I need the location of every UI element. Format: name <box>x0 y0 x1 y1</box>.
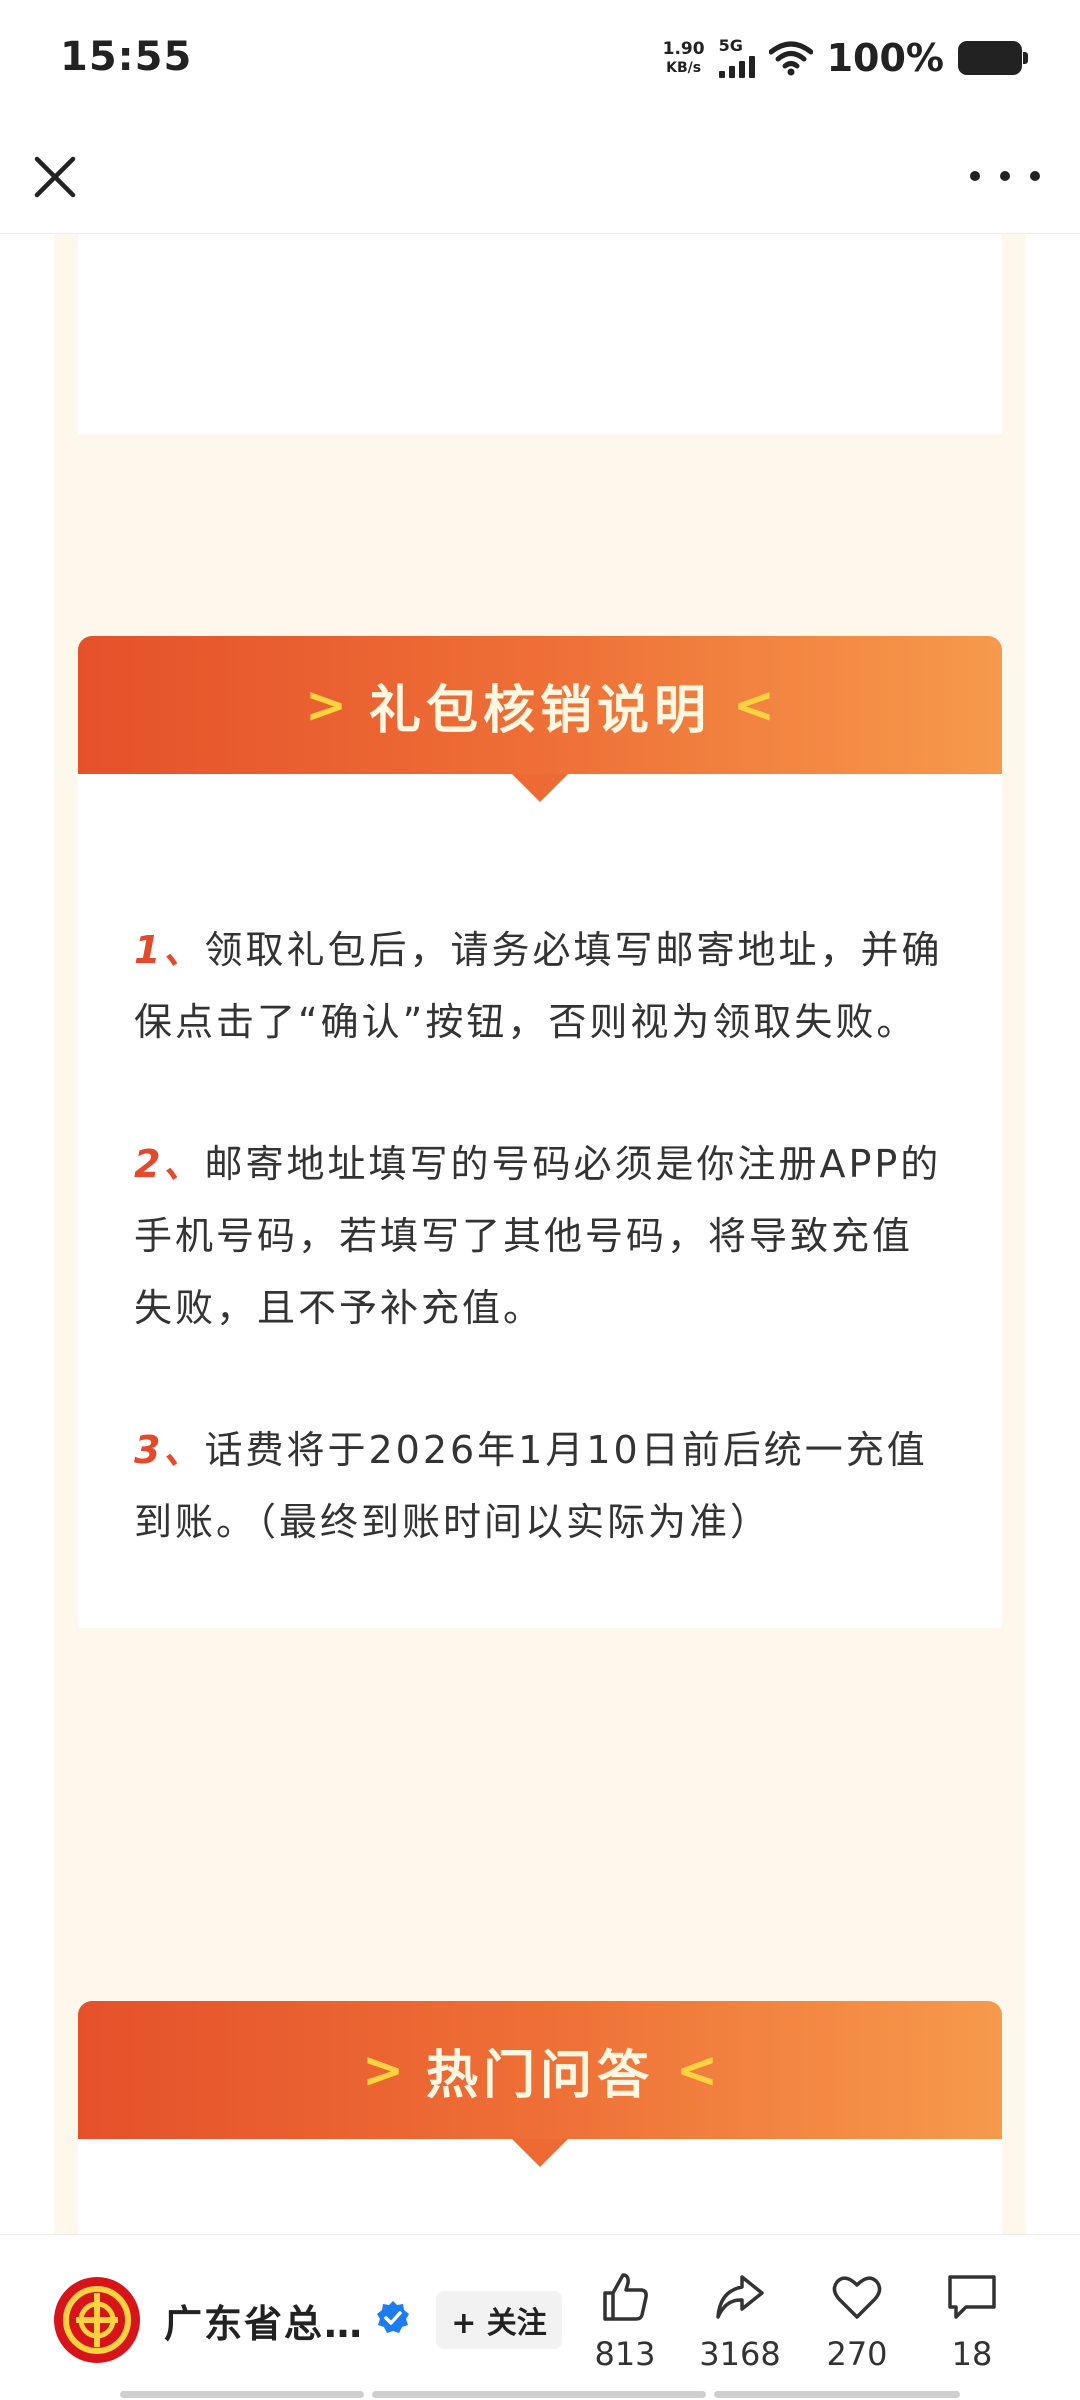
share-icon <box>716 2275 764 2319</box>
follow-button[interactable]: + 关注 <box>436 2291 562 2349</box>
rules-list: 1、领取礼包后，请务必填写邮寄地址，并确保点击了“确认”按钮，否则视为领取失败。… <box>78 774 1002 1628</box>
favorite-button[interactable]: 270 <box>802 2269 912 2373</box>
previous-card-bottom <box>78 234 1002 434</box>
network-speed: 1.90 KB/s <box>662 39 705 76</box>
nav-bar <box>0 120 1080 234</box>
section-title: 热门问答 <box>425 2045 654 2106</box>
section-title: 礼包核销说明 <box>368 680 711 741</box>
trade-union-logo-icon <box>56 2279 138 2361</box>
rule-item: 3、话费将于2026年1月10日前后统一充值到账。（最终到账时间以实际为准） <box>134 1428 928 1544</box>
like-button[interactable]: 813 <box>570 2269 680 2373</box>
share-count: 3168 <box>699 2335 781 2373</box>
like-count: 813 <box>594 2335 656 2373</box>
status-time: 15:55 <box>60 34 193 80</box>
share-button[interactable]: 3168 <box>685 2269 795 2373</box>
comment-count: 18 <box>951 2335 993 2373</box>
rule-number: 2 <box>134 1142 164 1186</box>
avatar[interactable] <box>54 2277 140 2363</box>
more-button[interactable] <box>970 156 1040 196</box>
heart-icon <box>832 2276 882 2319</box>
scroll-indicator <box>714 2391 960 2398</box>
article-content[interactable]: > 礼包核销说明 < 1、领取礼包后，请务必填写邮寄地址，并确保点击了“确认”按… <box>0 234 1080 2234</box>
rule-item: 1、领取礼包后，请务必填写邮寄地址，并确保点击了“确认”按钮，否则视为领取失败。 <box>134 928 943 1044</box>
rule-text: 话费将于2026年1月10日前后统一充值到账。（最终到账时间以实际为准） <box>134 1428 928 1544</box>
scroll-indicator <box>372 2391 706 2398</box>
rule-number: 3 <box>134 1428 164 1472</box>
thumbs-up-icon <box>603 2273 648 2321</box>
more-icon <box>970 171 980 181</box>
comment-icon <box>948 2275 996 2319</box>
status-bar: 15:55 1.90 KB/s 5G 100% <box>0 0 1080 120</box>
comment-button[interactable]: 18 <box>917 2269 1027 2373</box>
close-icon <box>34 156 76 198</box>
header-arrow-right: < <box>676 2041 718 2099</box>
redemption-rules-card: > 礼包核销说明 < 1、领取礼包后，请务必填写邮寄地址，并确保点击了“确认”按… <box>78 636 1002 1628</box>
hot-qa-header: > 热门问答 < <box>78 2001 1002 2167</box>
header-arrow-left: > <box>362 2041 404 2099</box>
redemption-rules-header: > 礼包核销说明 < <box>78 636 1002 802</box>
scroll-indicator <box>120 2391 364 2398</box>
rule-number: 1 <box>134 928 164 972</box>
wifi-icon <box>768 41 813 76</box>
hot-qa-card: > 热门问答 < <box>78 2001 1002 2234</box>
network-speed-unit: KB/s <box>666 60 702 76</box>
cellular-signal-icon: 5G <box>718 36 755 78</box>
close-button[interactable] <box>28 150 82 204</box>
rule-text: 邮寄地址填写的号码必须是你注册APP的手机号码，若填写了其他号码，将导致充值失败… <box>134 1142 942 1330</box>
account-name[interactable]: 广东省总… <box>164 2293 364 2348</box>
signal-type-label: 5G <box>718 36 743 55</box>
network-speed-value: 1.90 <box>662 39 705 59</box>
verified-badge-icon <box>377 2301 409 2333</box>
battery-icon <box>958 41 1028 75</box>
favorite-count: 270 <box>826 2335 888 2373</box>
status-icons: 1.90 KB/s 5G 100% <box>662 36 1028 80</box>
rule-item: 2、邮寄地址填写的号码必须是你注册APP的手机号码，若填写了其他号码，将导致充值… <box>134 1142 942 1330</box>
rule-text: 领取礼包后，请务必填写邮寄地址，并确保点击了“确认”按钮，否则视为领取失败。 <box>134 928 943 1044</box>
battery-level: 100% <box>826 36 944 80</box>
header-arrow-left: > <box>305 676 347 734</box>
bottom-action-bar: 广东省总… + 关注 813 3168 270 18 <box>0 2234 1080 2400</box>
header-arrow-right: < <box>733 676 775 734</box>
